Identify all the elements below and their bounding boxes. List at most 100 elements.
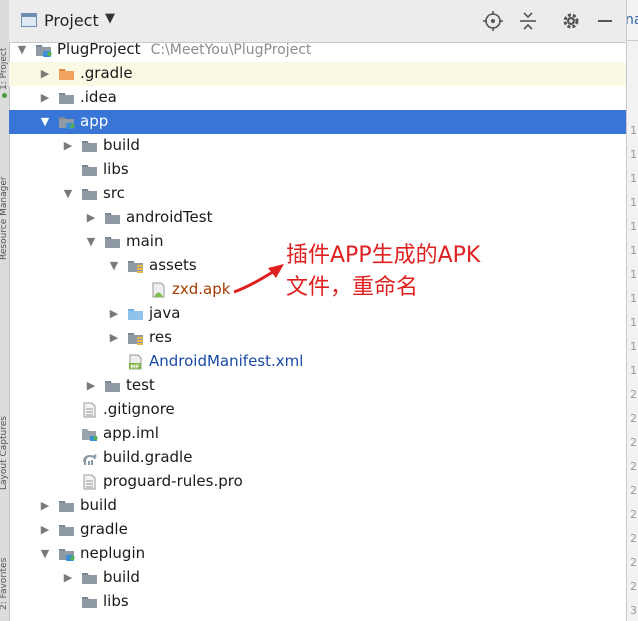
module-folder-icon bbox=[58, 546, 75, 562]
tool-tab-layout-captures[interactable]: Layout Captures bbox=[0, 370, 9, 490]
tree-row-libs[interactable]: libs bbox=[9, 158, 626, 182]
tree-item-name: build.gradle bbox=[103, 448, 193, 466]
tree-row-java[interactable]: ▶ java bbox=[9, 302, 626, 326]
tree-item-label: AndroidManifest.xml bbox=[149, 352, 303, 370]
locate-icon[interactable] bbox=[482, 10, 504, 32]
collapse-arrow-icon[interactable]: ▶ bbox=[38, 494, 52, 518]
collapse-arrow-icon[interactable]: ▶ bbox=[38, 86, 52, 110]
line-number: 1 bbox=[630, 220, 637, 233]
gear-icon[interactable] bbox=[560, 10, 582, 32]
tree-row-libs[interactable]: libs bbox=[9, 590, 626, 614]
collapse-arrow-icon[interactable]: ▶ bbox=[84, 374, 98, 398]
line-number: 1 bbox=[630, 364, 637, 377]
resource-folder-icon bbox=[127, 330, 144, 346]
expand-arrow-icon[interactable]: ▼ bbox=[38, 542, 52, 566]
tool-tab-project[interactable]: 1: Project bbox=[0, 10, 9, 90]
tree-item-label: gradle bbox=[80, 520, 128, 538]
tree-row-neplugin[interactable]: ▼ neplugin bbox=[9, 542, 626, 566]
svg-text:MF: MF bbox=[130, 364, 139, 370]
tree-item-label: PlugProject C:\MeetYou\PlugProject bbox=[57, 40, 311, 58]
tree-row-androidtest[interactable]: ▶ androidTest bbox=[9, 206, 626, 230]
tree-item-name: gradle bbox=[80, 520, 128, 538]
tree-item-name: .gradle bbox=[80, 64, 133, 82]
line-number: 2 bbox=[630, 388, 637, 401]
expand-arrow-icon[interactable]: ▼ bbox=[107, 254, 121, 278]
tree-item-name: test bbox=[126, 376, 155, 394]
line-number: 2 bbox=[630, 508, 637, 521]
expand-arrow-icon[interactable]: ▼ bbox=[38, 110, 52, 134]
collapse-arrow-icon[interactable]: ▶ bbox=[38, 518, 52, 542]
text-file-icon bbox=[81, 474, 98, 490]
tool-tab-favorites[interactable]: 2: Favorites bbox=[0, 520, 9, 610]
tree-item-label: build bbox=[103, 568, 140, 586]
collapse-arrow-icon[interactable]: ▶ bbox=[84, 206, 98, 230]
tree-row-build[interactable]: ▶ build bbox=[9, 494, 626, 518]
project-panel-header: Project ▼ bbox=[9, 0, 626, 43]
expand-arrow-icon[interactable]: ▼ bbox=[84, 230, 98, 254]
editor-tab[interactable]: na bbox=[627, 12, 638, 28]
tree-row-build-gradle[interactable]: build.gradle bbox=[9, 446, 626, 470]
tree-row-plugproject[interactable]: ▼ PlugProject C:\MeetYou\PlugProject bbox=[9, 38, 626, 62]
tree-item-label: app.iml bbox=[103, 424, 159, 442]
line-number: 2 bbox=[630, 460, 637, 473]
tree-row-idea[interactable]: ▶ .idea bbox=[9, 86, 626, 110]
tree-row-src[interactable]: ▼ src bbox=[9, 614, 626, 621]
resource-folder-icon bbox=[127, 258, 144, 274]
tree-row-test[interactable]: ▶ test bbox=[9, 374, 626, 398]
tool-tab-resource-manager[interactable]: Resource Manager bbox=[0, 140, 9, 260]
tree-row-build[interactable]: ▶ build bbox=[9, 134, 626, 158]
tree-item-name: src bbox=[103, 184, 125, 202]
folder-icon bbox=[58, 498, 75, 514]
tree-row-gradle[interactable]: ▶ gradle bbox=[9, 518, 626, 542]
tree-row-androidmanifest-xml[interactable]: MF AndroidManifest.xml bbox=[9, 350, 626, 374]
annotation-line-1: 插件APP生成的APK bbox=[286, 243, 481, 268]
expand-arrow-icon[interactable]: ▼ bbox=[15, 38, 29, 62]
folder-icon bbox=[81, 138, 98, 154]
panel-title[interactable]: Project bbox=[44, 11, 99, 30]
orange-folder-icon bbox=[58, 66, 75, 82]
folder-icon bbox=[58, 90, 75, 106]
editor-gutter-strip: na 1111111111122222222233 bbox=[626, 0, 638, 621]
tree-row-res[interactable]: ▶ res bbox=[9, 326, 626, 350]
folder-icon bbox=[81, 594, 98, 610]
tree-row-src[interactable]: ▼ src bbox=[9, 182, 626, 206]
tree-row-gitignore[interactable]: .gitignore bbox=[9, 398, 626, 422]
collapse-arrow-icon[interactable]: ▶ bbox=[61, 566, 75, 590]
tree-item-label: main bbox=[126, 232, 163, 250]
editor-tab-divider bbox=[627, 40, 638, 41]
apk-file-icon bbox=[150, 282, 167, 298]
line-number: 1 bbox=[630, 244, 637, 257]
collapse-arrow-icon[interactable]: ▶ bbox=[107, 326, 121, 350]
tree-item-name: build bbox=[80, 496, 117, 514]
tree-row-app[interactable]: ▼ app bbox=[9, 110, 626, 134]
tree-item-label: libs bbox=[103, 160, 129, 178]
tree-item-label: java bbox=[149, 304, 180, 322]
tree-item-label: app bbox=[80, 112, 108, 130]
status-dot-icon bbox=[2, 93, 7, 98]
chevron-down-icon[interactable]: ▼ bbox=[105, 11, 115, 26]
tree-item-name: .idea bbox=[80, 88, 117, 106]
tree-item-name: src bbox=[103, 616, 125, 621]
line-number: 2 bbox=[630, 484, 637, 497]
tree-item-name: libs bbox=[103, 160, 129, 178]
collapse-arrow-icon[interactable]: ▶ bbox=[38, 62, 52, 86]
expand-arrow-icon[interactable]: ▼ bbox=[61, 182, 75, 206]
tree-item-name: PlugProject bbox=[57, 40, 141, 58]
tree-item-name: proguard-rules.pro bbox=[103, 472, 243, 490]
collapse-arrow-icon[interactable]: ▶ bbox=[61, 134, 75, 158]
annotation-line-2: 文件，重命名 bbox=[286, 275, 419, 300]
collapse-arrow-icon[interactable]: ▶ bbox=[107, 302, 121, 326]
minimize-icon[interactable] bbox=[594, 10, 616, 32]
tree-item-name: java bbox=[149, 304, 181, 322]
project-window-icon bbox=[21, 13, 37, 27]
collapse-all-icon[interactable] bbox=[517, 10, 539, 32]
tree-row-proguard-rules-pro[interactable]: proguard-rules.pro bbox=[9, 470, 626, 494]
line-number: 1 bbox=[630, 124, 637, 137]
line-number: 1 bbox=[630, 268, 637, 281]
tree-row-gradle[interactable]: ▶ .gradle bbox=[9, 62, 626, 86]
module-folder-icon bbox=[35, 42, 52, 58]
expand-arrow-icon[interactable]: ▼ bbox=[61, 614, 75, 621]
tree-item-label: libs bbox=[103, 592, 129, 610]
tree-row-build[interactable]: ▶ build bbox=[9, 566, 626, 590]
tree-row-app-iml[interactable]: app.iml bbox=[9, 422, 626, 446]
